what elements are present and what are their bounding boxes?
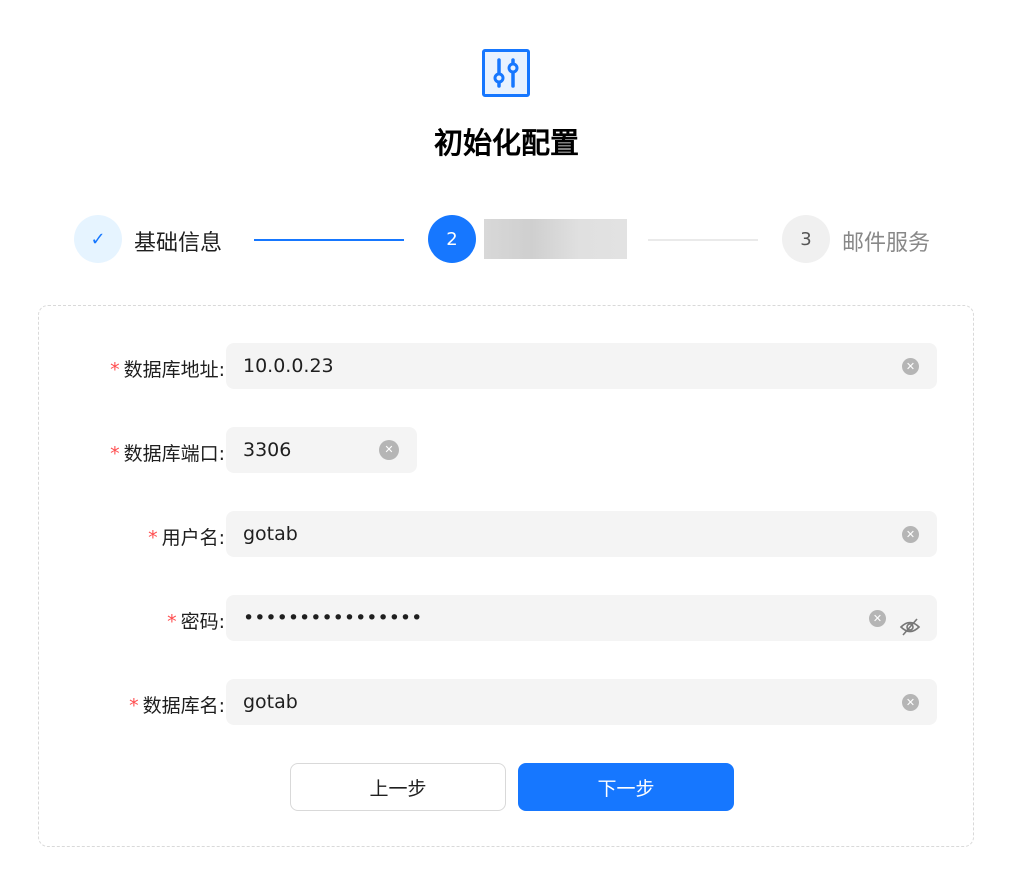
form-row-password: * 密码: •••••••••••••••• ✕	[39, 595, 973, 641]
required-mark: *	[110, 359, 120, 381]
form-row-username: * 用户名: gotab ✕	[39, 511, 973, 557]
field-label: 数据库名	[142, 695, 219, 717]
db-name-input[interactable]: gotab ✕	[226, 679, 937, 725]
check-icon: ✓	[74, 215, 122, 263]
db-port-input[interactable]: 3306 ✕	[226, 427, 417, 473]
clear-icon[interactable]: ✕	[379, 440, 399, 460]
eye-invisible-icon[interactable]	[899, 608, 921, 654]
input-value: gotab	[243, 691, 298, 713]
steps: ✓ 基础信息 2 3 邮件服务	[74, 215, 944, 263]
field-label: 数据库端口	[123, 443, 219, 465]
form-card: * 数据库地址: 10.0.0.23 ✕ * 数据库端口: 3306 ✕ * 用户名: g…	[38, 305, 974, 847]
form-row-db-port: * 数据库端口: 3306 ✕	[39, 427, 973, 473]
clear-icon[interactable]: ✕	[902, 694, 919, 711]
field-label: 数据库地址	[123, 359, 219, 381]
page-title: 初始化配置	[433, 126, 579, 160]
required-mark: *	[167, 611, 177, 633]
step-divider	[648, 239, 758, 241]
form-row-db-host: * 数据库地址: 10.0.0.23 ✕	[39, 343, 973, 389]
colon: :	[218, 443, 225, 465]
step-2-number: 2	[428, 215, 476, 263]
step-divider	[254, 239, 404, 241]
next-button[interactable]: 下一步	[518, 763, 734, 811]
required-mark: *	[110, 443, 120, 465]
sliders-icon	[482, 49, 530, 97]
step-1-label: 基础信息	[134, 231, 223, 256]
colon: :	[218, 359, 225, 381]
field-label: 用户名	[161, 527, 219, 549]
input-value: ••••••••••••••••	[243, 607, 423, 629]
clear-icon[interactable]: ✕	[902, 526, 919, 543]
username-input[interactable]: gotab ✕	[226, 511, 937, 557]
prev-button[interactable]: 上一步	[290, 763, 506, 811]
input-value: 10.0.0.23	[243, 355, 334, 377]
required-mark: *	[129, 695, 139, 717]
colon: :	[218, 695, 225, 717]
field-label: 密码	[180, 611, 219, 633]
input-value: 3306	[243, 439, 292, 461]
clear-icon[interactable]: ✕	[902, 358, 919, 375]
db-host-input[interactable]: 10.0.0.23 ✕	[226, 343, 937, 389]
required-mark: *	[148, 527, 158, 549]
clear-icon[interactable]: ✕	[869, 610, 886, 627]
form-row-db-name: * 数据库名: gotab ✕	[39, 679, 973, 725]
step-3-number: 3	[782, 215, 830, 263]
input-value: gotab	[243, 523, 298, 545]
colon: :	[218, 527, 225, 549]
password-input[interactable]: •••••••••••••••• ✕	[226, 595, 937, 641]
step-2-label-redacted	[484, 219, 627, 259]
colon: :	[218, 611, 225, 633]
step-3-label: 邮件服务	[842, 231, 931, 256]
